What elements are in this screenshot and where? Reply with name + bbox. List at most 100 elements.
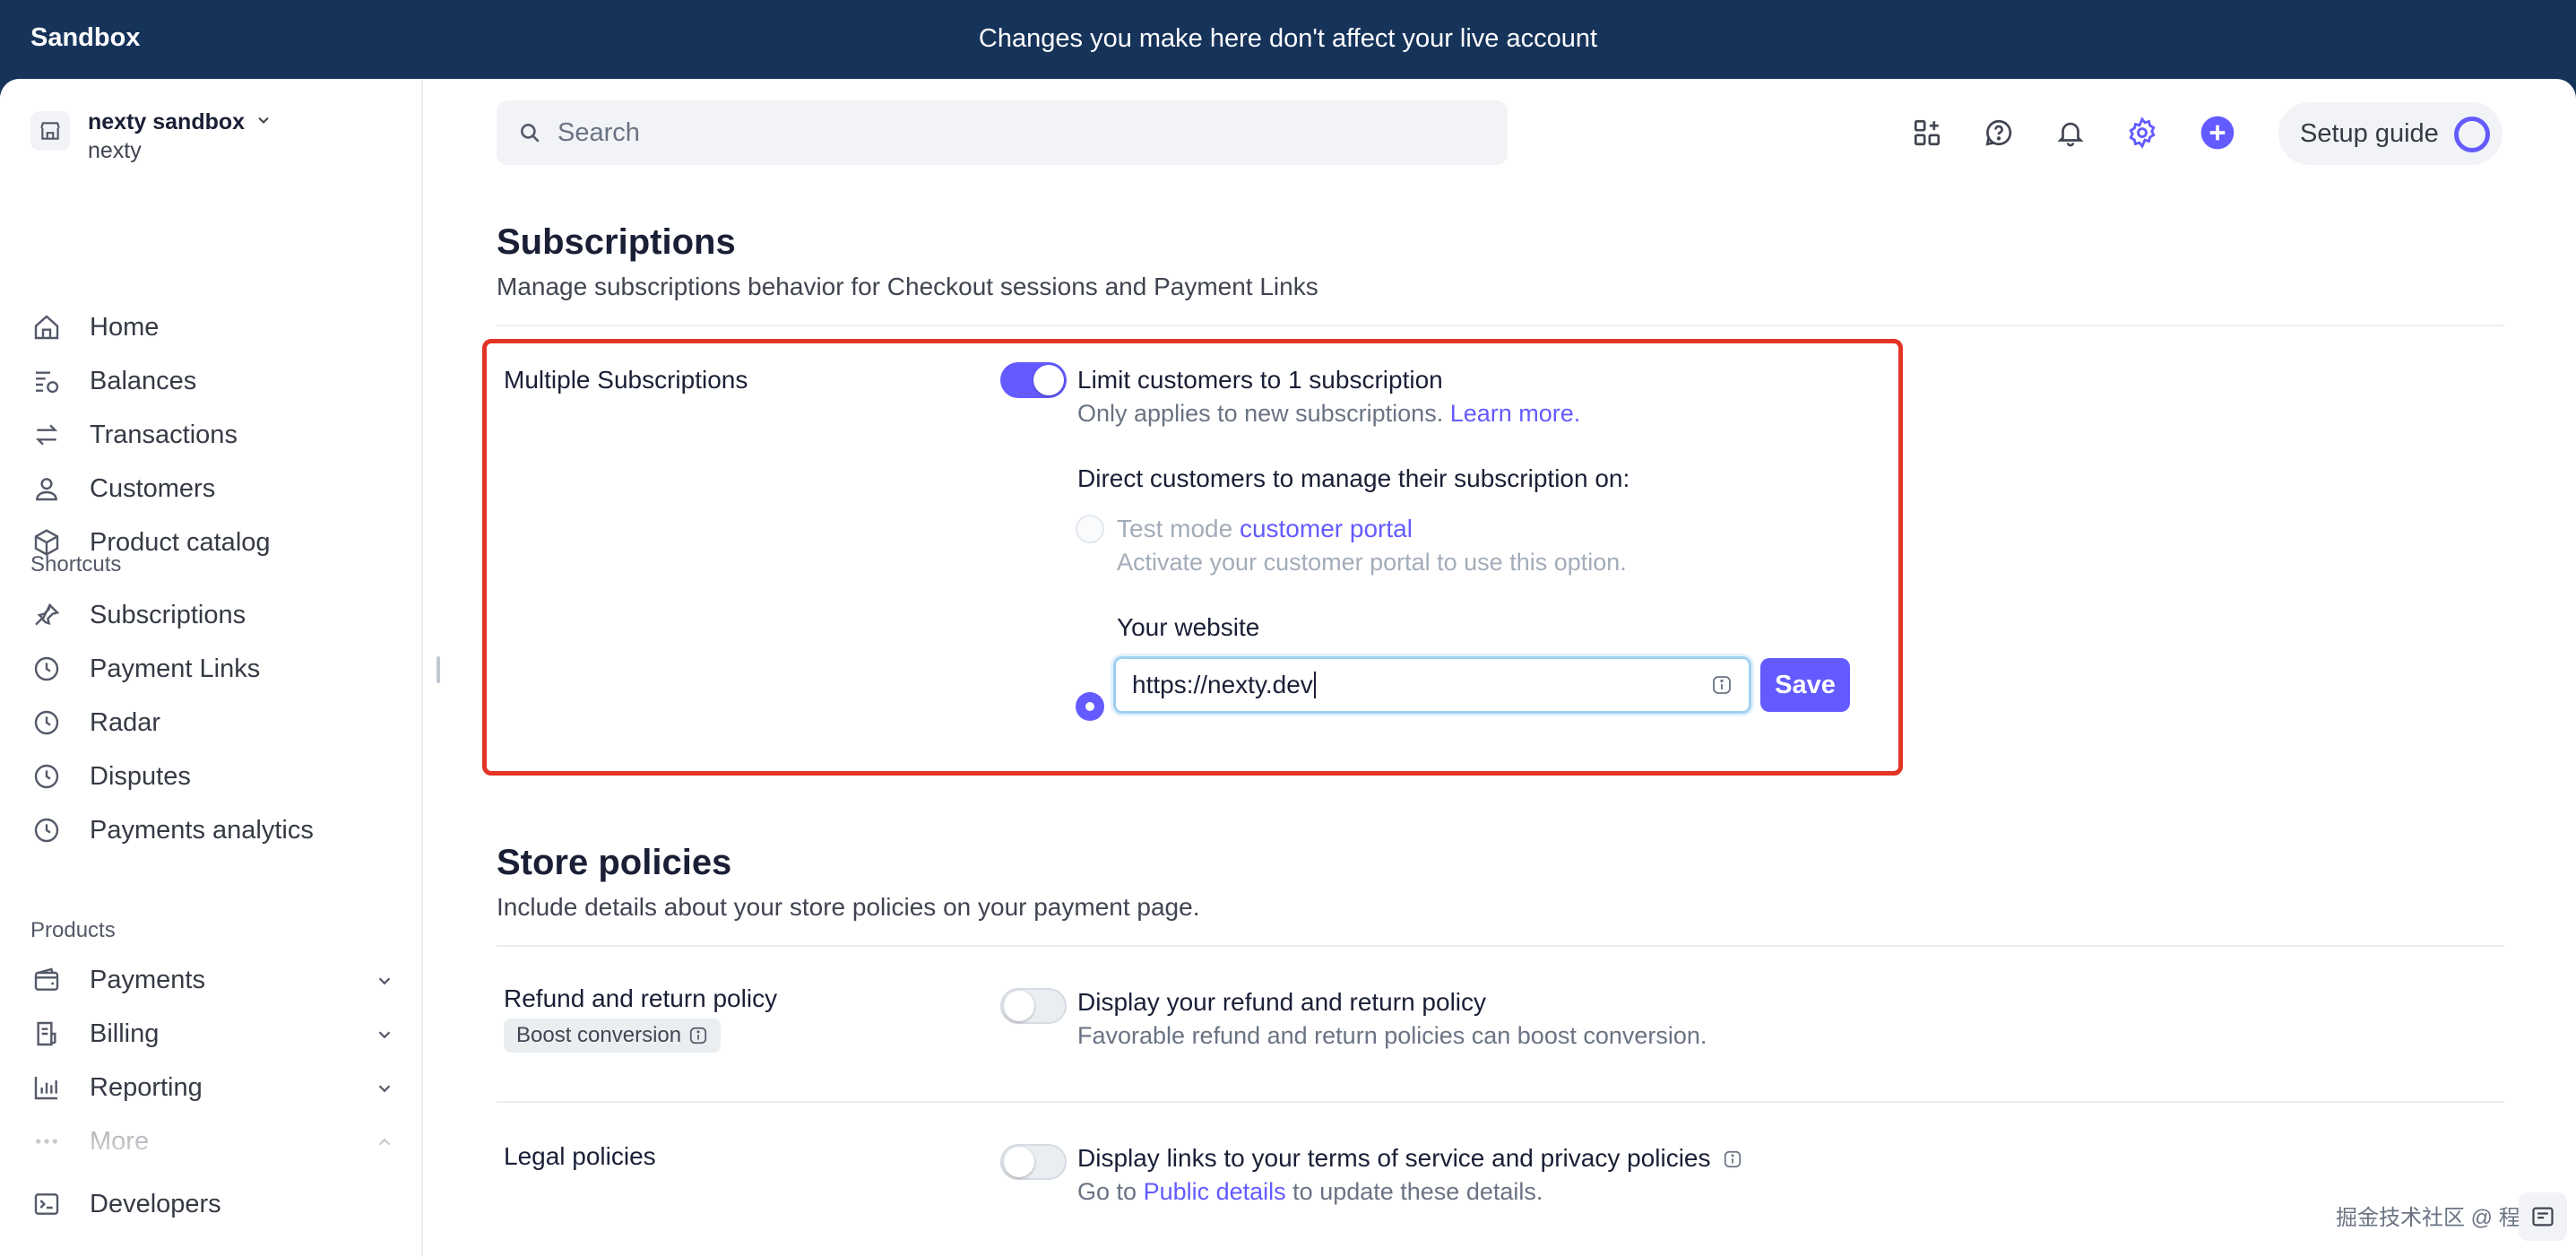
sidebar-item-developers[interactable]: Developers — [30, 1182, 389, 1227]
legal-title-text: Display links to your terms of service a… — [1077, 1144, 1711, 1172]
help-icon[interactable] — [1981, 115, 2017, 151]
account-sub: nexty — [88, 138, 142, 163]
pin-icon — [30, 599, 63, 631]
sidebar-item-reporting[interactable]: Reporting — [30, 1065, 391, 1110]
sidebar-item-disputes[interactable]: Disputes — [30, 754, 389, 799]
text-caret — [1313, 672, 1316, 698]
store-policies-title: Store policies — [497, 843, 732, 882]
reporting-icon — [30, 1071, 63, 1104]
watermark: 掘金技术社区 @ 程序 — [2336, 1206, 2542, 1230]
legal-policies-label: Legal policies — [504, 1142, 656, 1170]
sidebar-item-label: Developers — [90, 1189, 221, 1218]
sidebar-item-customers[interactable]: Customers — [30, 466, 389, 511]
search-input[interactable]: Search — [497, 100, 1508, 165]
sidebar-item-subscriptions[interactable]: Subscriptions — [30, 593, 389, 637]
search-placeholder: Search — [558, 117, 640, 147]
sidebar-item-home[interactable]: Home — [30, 305, 389, 350]
legal-policies-sub: Go to Public details to update these det… — [1077, 1178, 1543, 1206]
divider — [497, 325, 2504, 326]
setup-guide-label: Setup guide — [2300, 118, 2439, 148]
account-name: nexty sandbox — [88, 109, 246, 134]
sidebar-item-radar[interactable]: Radar — [30, 700, 389, 745]
boost-conversion-badge: Boost conversion — [504, 1019, 722, 1053]
clock-icon — [30, 653, 63, 685]
legal-sub-suffix: to update these details. — [1292, 1178, 1543, 1205]
chat-icon[interactable] — [2519, 1192, 2567, 1241]
clock-icon — [30, 760, 63, 793]
limit-subscriptions-sub: Only applies to new subscriptions. Learn… — [1077, 400, 1580, 428]
customer-portal-sub: Activate your customer portal to use thi… — [1117, 549, 1627, 576]
info-icon[interactable] — [1723, 1147, 1742, 1175]
sidebar-item-label: Disputes — [90, 761, 191, 791]
public-details-link[interactable]: Public details — [1144, 1178, 1286, 1205]
chevron-down-icon — [375, 968, 394, 998]
legal-sub-prefix: Go to — [1077, 1178, 1137, 1205]
subscriptions-description: Manage subscriptions behavior for Checko… — [497, 273, 1318, 300]
wallet-icon — [30, 964, 63, 996]
sidebar-item-label: Payments — [90, 965, 205, 994]
customers-icon — [30, 472, 63, 505]
transactions-icon — [30, 419, 63, 451]
bell-icon[interactable] — [2053, 115, 2088, 151]
sandbox-message: Changes you make here don't affect your … — [978, 24, 1598, 53]
store-icon — [30, 111, 70, 151]
direct-customers-label: Direct customers to manage their subscri… — [1077, 464, 1630, 492]
refund-policy-label: Refund and return policy — [504, 984, 778, 1012]
refund-policy-title: Display your refund and return policy — [1077, 988, 1487, 1016]
divider — [497, 1101, 2504, 1103]
apps-icon[interactable] — [1909, 115, 1945, 151]
billing-icon — [30, 1018, 63, 1050]
store-policies-description: Include details about your store policie… — [497, 893, 1200, 921]
legal-policies-title: Display links to your terms of service a… — [1077, 1144, 1742, 1175]
customer-portal-option: Test mode customer portal — [1117, 515, 1413, 543]
sidebar-item-label: Reporting — [90, 1072, 203, 1102]
your-website-radio[interactable] — [1076, 692, 1104, 721]
sidebar-item-balances[interactable]: Balances — [30, 359, 389, 403]
sidebar-item-label: Payment Links — [90, 654, 261, 683]
sidebar-item-label: Transactions — [90, 420, 238, 449]
toggle-knob — [1004, 991, 1034, 1021]
setup-guide-button[interactable]: Setup guide — [2278, 102, 2503, 165]
sidebar-item-billing[interactable]: Billing — [30, 1011, 391, 1056]
test-mode-text: Test mode — [1117, 515, 1233, 542]
sidebar-item-transactions[interactable]: Transactions — [30, 412, 389, 457]
sidebar-item-payments[interactable]: Payments — [30, 958, 391, 1002]
sandbox-banner: Sandbox Changes you make here don't affe… — [0, 0, 2576, 79]
create-plus-icon[interactable] — [2200, 115, 2235, 151]
customer-portal-link[interactable]: customer portal — [1240, 515, 1413, 542]
sidebar-item-payments-analytics[interactable]: Payments analytics — [30, 808, 389, 853]
sidebar-resize-handle[interactable] — [437, 656, 440, 683]
divider — [497, 945, 2504, 947]
sidebar-item-label: Home — [90, 312, 160, 342]
learn-more-link[interactable]: Learn more. — [1450, 400, 1581, 427]
sidebar-item-label: Customers — [90, 473, 216, 503]
sidebar-item-payment-links[interactable]: Payment Links — [30, 646, 389, 691]
save-button[interactable]: Save — [1760, 658, 1850, 712]
balances-icon — [30, 365, 63, 397]
info-icon — [1711, 673, 1733, 702]
sidebar-item-label: Subscriptions — [90, 600, 246, 629]
clock-icon — [30, 814, 63, 846]
gear-icon[interactable] — [2124, 115, 2160, 151]
sidebar-item-label: Radar — [90, 707, 160, 737]
refund-policy-toggle[interactable] — [1000, 988, 1067, 1024]
search-icon — [518, 121, 541, 144]
shortcuts-heading: Shortcuts — [30, 552, 122, 576]
website-url-input[interactable]: https://nexty.dev — [1113, 656, 1751, 714]
badge-text: Boost conversion — [516, 1023, 682, 1047]
limit-subscriptions-toggle[interactable] — [1000, 362, 1067, 398]
toggle-knob — [1033, 365, 1064, 395]
sidebar-item-label: Payments analytics — [90, 815, 314, 845]
sidebar: nexty sandbox nexty Home Balances Transa… — [0, 79, 423, 1257]
products-heading: Products — [30, 918, 116, 942]
sidebar-item-label: Billing — [90, 1019, 160, 1048]
customer-portal-radio[interactable] — [1076, 515, 1104, 543]
chevron-down-icon — [375, 1022, 394, 1052]
clock-icon — [30, 707, 63, 739]
limit-subscriptions-title: Limit customers to 1 subscription — [1077, 366, 1443, 394]
legal-policies-toggle[interactable] — [1000, 1144, 1067, 1180]
toggle-knob — [1004, 1147, 1034, 1177]
your-website-label: Your website — [1117, 613, 1260, 641]
info-icon[interactable] — [688, 1026, 708, 1045]
terminal-icon — [30, 1188, 63, 1220]
